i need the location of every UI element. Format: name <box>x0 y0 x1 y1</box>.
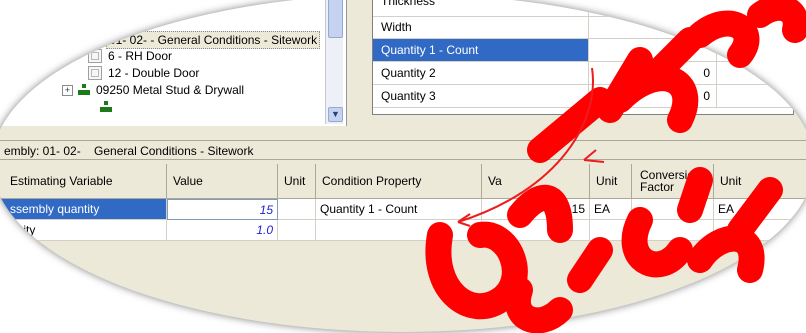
assembly-caption-bar: embly: 01- 02- General Conditions - Site… <box>0 140 806 160</box>
property-value[interactable] <box>589 0 717 16</box>
tree-item[interactable]: 12 - Double Door <box>88 65 201 81</box>
scroll-down-icon[interactable]: ▼ <box>328 107 343 122</box>
property-value[interactable] <box>589 16 717 38</box>
cell-condition-property[interactable] <box>316 220 482 241</box>
tree-item-label: ...Door <box>98 17 135 31</box>
cell-value[interactable]: 15 <box>167 199 278 220</box>
column-header-condition-value[interactable]: Va <box>482 164 590 199</box>
tree-item-label: 09250 Metal Stud & Drywall <box>96 83 245 97</box>
cell-estimating-variable[interactable]: ssembly quantity <box>0 199 167 220</box>
cell-unit[interactable] <box>278 220 316 241</box>
column-header-unit[interactable]: Unit <box>278 164 316 199</box>
tree-item-label: ...Hardware <box>178 0 241 11</box>
cell-unit[interactable] <box>278 199 316 220</box>
property-row-quantity1-selected[interactable]: Quantity 1 - Count <box>373 39 793 62</box>
screenshot-vignette: ...Hardware ...Door 01- 02- - General Co… <box>0 0 806 332</box>
property-row[interactable]: Quantity 2 0 <box>373 62 793 85</box>
cell-conversion-factor[interactable] <box>632 199 714 220</box>
cell-condition-unit[interactable] <box>590 220 632 241</box>
folder-tree-icon <box>78 84 90 96</box>
cell-condition-value[interactable] <box>482 220 590 241</box>
column-header-value[interactable]: Value <box>167 164 278 199</box>
tree-vertical-scrollbar[interactable]: ▼ <box>325 0 343 124</box>
tree-item-general-conditions[interactable]: 01- 02- - General Conditions - Sitework <box>88 31 321 49</box>
tree-item[interactable]: ...Door <box>96 16 136 32</box>
cell-unit-2[interactable] <box>714 220 806 241</box>
property-name: Quantity 3 <box>373 85 589 107</box>
scroll-thumb[interactable] <box>328 0 343 38</box>
tree-item[interactable]: ...Hardware <box>88 0 242 12</box>
item-icon <box>88 66 102 80</box>
cell-condition-property[interactable]: Quantity 1 - Count <box>316 199 482 220</box>
property-name: Width <box>373 16 589 38</box>
property-name: Quantity 2 <box>373 62 589 84</box>
expand-icon[interactable]: + <box>62 84 73 96</box>
property-value[interactable]: 0 <box>589 85 717 107</box>
cell-unit-2[interactable]: EA <box>714 199 806 220</box>
cell-estimating-variable[interactable]: ...tity <box>0 220 167 241</box>
property-value[interactable]: 0 <box>589 62 717 84</box>
properties-panel: Thickness Width Quantity 1 - Count Quant… <box>356 0 806 126</box>
tree-item-label: 6 - RH Door <box>108 49 173 63</box>
cell-conversion-factor[interactable] <box>632 220 714 241</box>
column-header-estimating-variable[interactable]: Estimating Variable <box>0 164 167 199</box>
assembly-icon <box>88 33 102 47</box>
column-header-condition-property[interactable]: Condition Property <box>316 164 482 199</box>
property-row[interactable]: Width <box>373 16 793 39</box>
assembly-tree[interactable]: ...Hardware ...Door 01- 02- - General Co… <box>0 0 347 126</box>
column-header-unit-2[interactable]: Unit <box>714 164 806 199</box>
property-name: Quantity 1 - Count <box>373 39 589 61</box>
tree-item-label: 01- 02- - General Conditions - Sitework <box>106 31 321 49</box>
column-header-conversion-factor[interactable]: Conversion Factor <box>632 164 714 199</box>
property-row[interactable]: Thickness <box>373 0 793 17</box>
caption-prefix: embly: 01- 02- <box>4 144 81 158</box>
tree-item-label: 12 - Double Door <box>108 66 200 80</box>
tree-item[interactable]: 6 - RH Door <box>88 48 174 64</box>
property-value[interactable] <box>589 39 717 61</box>
property-row[interactable]: Quantity 3 0 <box>373 85 793 108</box>
caption-title: General Conditions - Sitework <box>94 144 254 158</box>
tree-item-metal-stud[interactable]: + 09250 Metal Stud & Drywall <box>62 82 246 98</box>
folder-tree-icon <box>100 101 112 113</box>
property-grid[interactable]: Thickness Width Quantity 1 - Count Quant… <box>372 0 794 115</box>
cell-condition-value[interactable]: 15 <box>482 199 590 220</box>
item-icon <box>88 49 102 63</box>
column-header-condition-unit[interactable]: Unit <box>590 164 632 199</box>
property-name: Thickness <box>373 0 589 16</box>
tree-item-partial[interactable] <box>100 99 116 115</box>
cell-value[interactable]: 1.0 <box>167 220 278 241</box>
cell-condition-unit[interactable]: EA <box>590 199 632 220</box>
